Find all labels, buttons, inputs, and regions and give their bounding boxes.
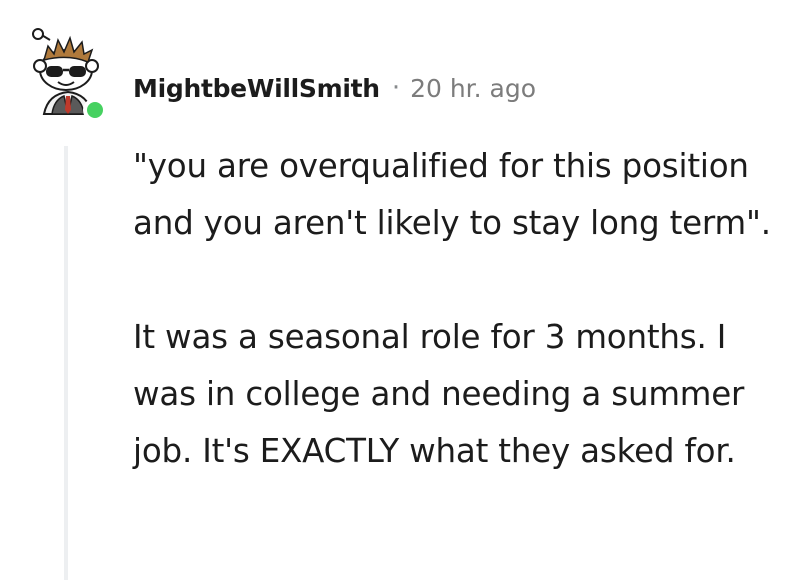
online-status-icon [83,98,107,122]
author-username[interactable]: MightbeWillSmith [133,74,380,103]
meta-separator: · [391,73,401,103]
comment: MightbeWillSmith · 20 hr. ago "you are o… [0,0,800,580]
comment-paragraph: "you are overqualified for this position… [133,147,771,242]
comment-timestamp[interactable]: 20 hr. ago [410,74,536,103]
thread-collapse-line[interactable] [64,146,68,580]
comment-body: "you are overqualified for this position… [133,138,773,480]
user-avatar[interactable] [28,28,114,128]
comment-paragraph: It was a seasonal role for 3 months. I w… [133,318,745,470]
comment-meta: MightbeWillSmith · 20 hr. ago [133,68,536,108]
